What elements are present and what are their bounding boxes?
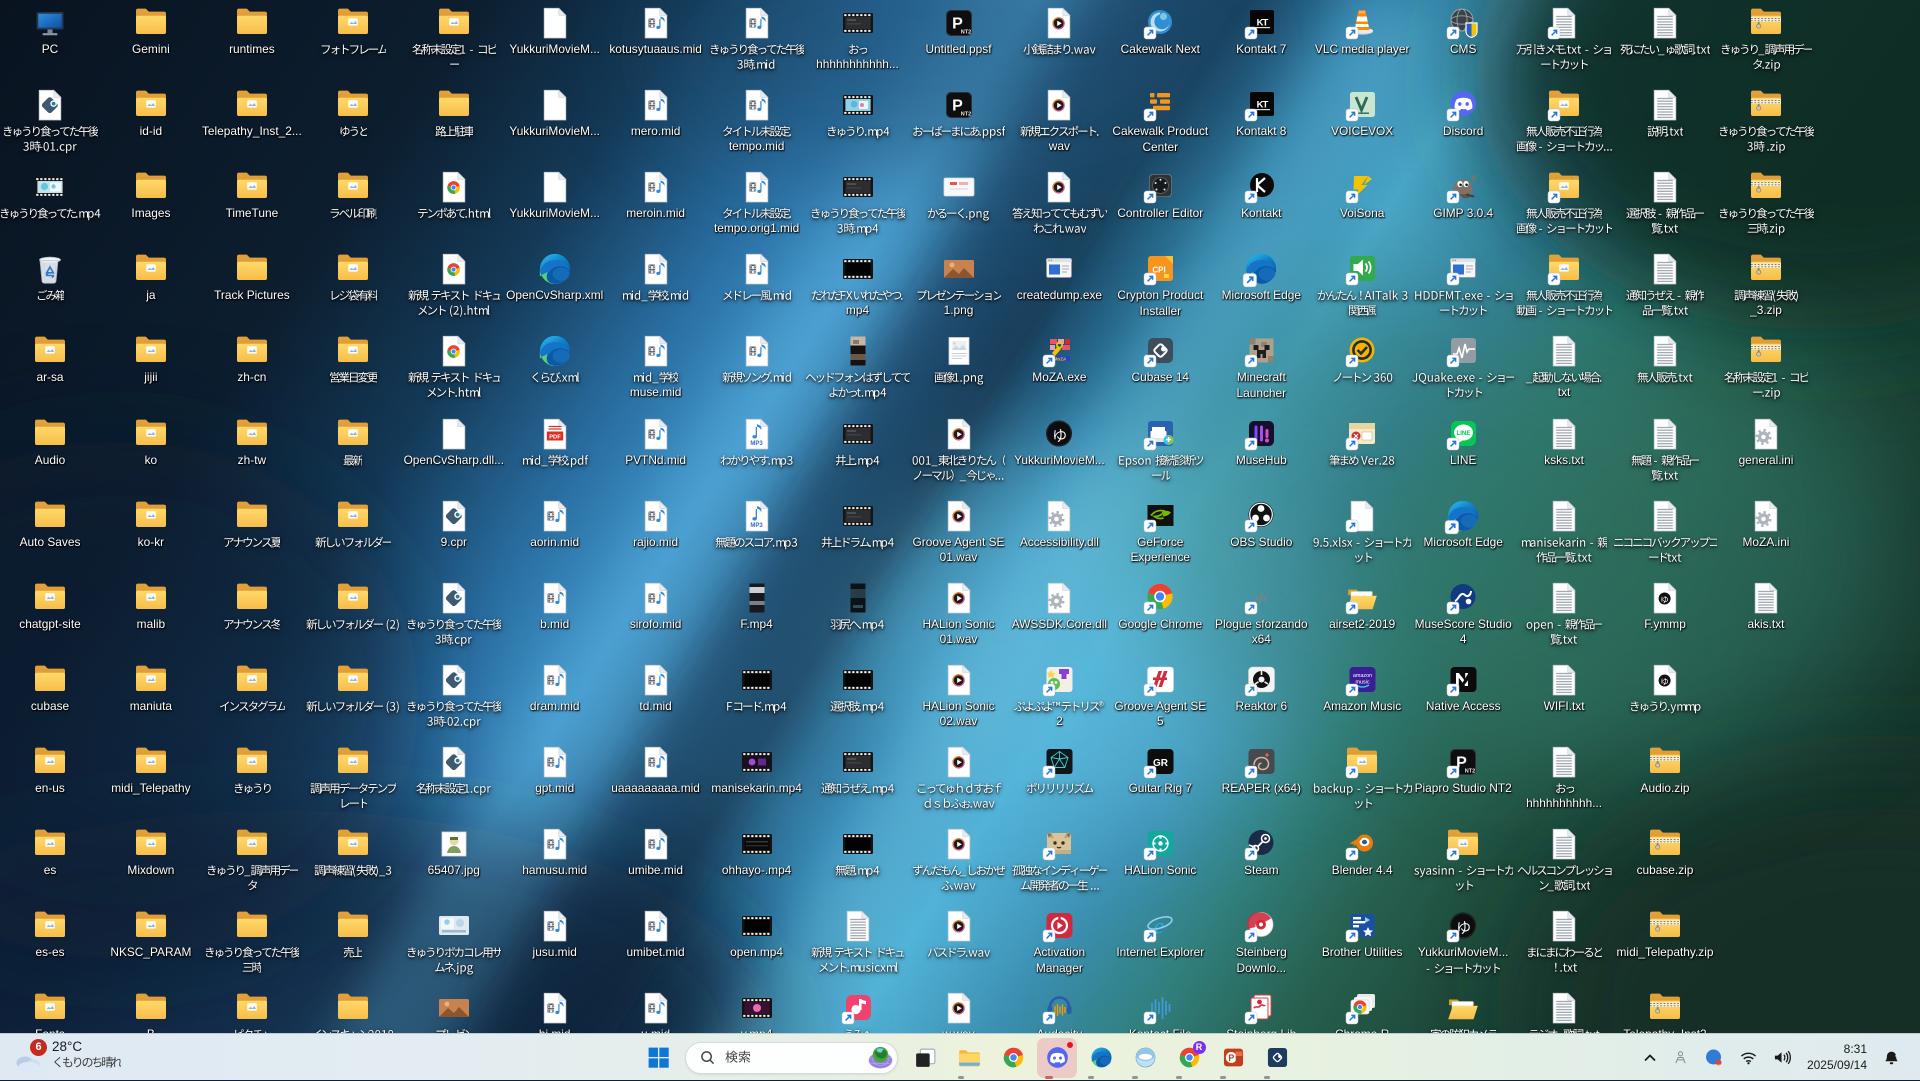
svg-text:z: z [1895, 1051, 1899, 1058]
svg-text:P: P [1228, 1053, 1234, 1063]
